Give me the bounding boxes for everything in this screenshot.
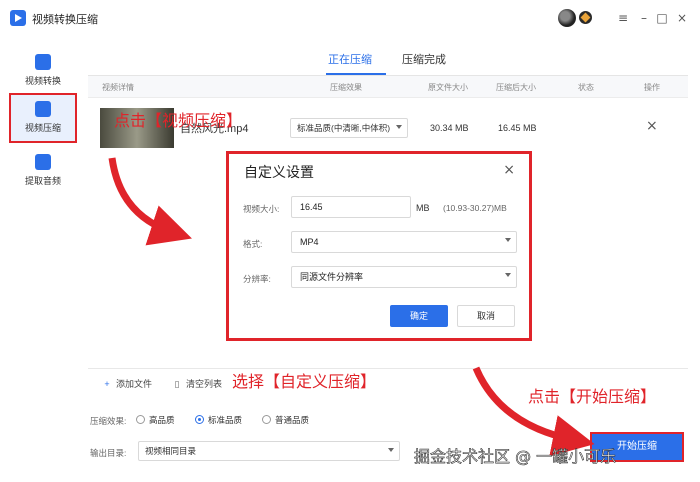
resolution-value: 同源文件分辨率 xyxy=(300,272,364,282)
maximize-button[interactable]: □ xyxy=(654,10,670,26)
video-convert-icon xyxy=(35,54,51,70)
output-dir-label: 输出目录: xyxy=(90,448,127,458)
close-window-button[interactable]: × xyxy=(674,10,690,26)
remove-row-button[interactable]: × xyxy=(646,118,658,134)
column-header: 操作 xyxy=(644,83,660,92)
column-header: 视频详情 xyxy=(102,83,134,92)
active-tab-indicator xyxy=(326,73,386,75)
app-title: 视频转换压缩 xyxy=(32,14,98,26)
sidebar-item-video-compress[interactable]: 视频压缩 xyxy=(9,93,77,143)
compressed-size: 16.45 MB xyxy=(498,123,537,133)
chevron-down-icon xyxy=(396,125,402,129)
size-range: (10.93-30.27)MB xyxy=(443,203,507,213)
annotation-click-start: 点击【开始压缩】 xyxy=(528,387,657,406)
chevron-down-icon xyxy=(505,238,511,242)
compress-effect-label: 压缩效果: xyxy=(90,416,127,426)
annotation-click-compress: 点击【视频压缩】 xyxy=(114,111,243,130)
chevron-down-icon xyxy=(505,273,511,277)
column-header: 压缩后大小 xyxy=(496,83,536,92)
menu-icon[interactable]: ≡ xyxy=(615,10,631,26)
video-size-input[interactable]: 16.45 xyxy=(291,196,411,218)
radio-dot xyxy=(195,415,204,424)
title-bar: 视频转换压缩 ≡ – □ × xyxy=(0,0,700,38)
sidebar-item-label: 视频压缩 xyxy=(24,123,61,133)
minimize-button[interactable]: – xyxy=(636,10,652,26)
app-logo-icon xyxy=(10,10,26,26)
trash-icon: ▯ xyxy=(174,379,180,389)
format-value: MP4 xyxy=(300,237,319,247)
watermark: 掘金技术社区 @ 一罐小可乐 xyxy=(414,447,617,467)
confirm-button[interactable]: 确定 xyxy=(390,305,448,327)
original-size: 30.34 MB xyxy=(430,123,469,133)
tab-completed[interactable]: 压缩完成 xyxy=(402,51,446,67)
output-dir-value: 视频相同目录 xyxy=(145,446,197,456)
radio-label: 普通品质 xyxy=(275,415,310,425)
plus-icon: + xyxy=(104,379,110,389)
vip-badge-icon[interactable] xyxy=(579,11,592,24)
sidebar-item-extract-audio[interactable]: 提取音频 xyxy=(10,148,76,196)
resolution-label: 分辨率: xyxy=(243,274,271,284)
sidebar-item-video-convert[interactable]: 视频转换 xyxy=(10,48,76,96)
sidebar: 视频转换 视频压缩 提取音频 xyxy=(0,38,88,482)
output-dir-select[interactable]: 视频相同目录 xyxy=(138,441,400,461)
tab-compressing[interactable]: 正在压缩 xyxy=(328,51,372,67)
annotation-choose-custom: 选择【自定义压缩】 xyxy=(232,372,377,391)
video-size-label: 视频大小: xyxy=(243,204,280,214)
column-header: 原文件大小 xyxy=(428,83,468,92)
chevron-down-icon xyxy=(388,448,394,452)
sidebar-item-label: 提取音频 xyxy=(24,176,61,186)
custom-settings-dialog: 自定义设置 × 视频大小: 16.45 MB (10.93-30.27)MB 格… xyxy=(226,151,532,341)
clear-list-label: 清空列表 xyxy=(186,379,223,389)
cancel-button[interactable]: 取消 xyxy=(457,305,515,327)
extract-audio-icon xyxy=(35,154,51,170)
dialog-title: 自定义设置 xyxy=(244,164,314,180)
arrow-to-dialog xyxy=(108,157,192,246)
compress-effect-select[interactable]: 标准品质(中清晰,中体积) xyxy=(290,118,408,138)
clear-list-button[interactable]: ▯ 清空列表 xyxy=(172,377,223,390)
table-header: 视频详情 压缩效果 原文件大小 压缩后大小 状态 操作 xyxy=(88,76,688,98)
radio-normal-quality[interactable]: 普通品质 xyxy=(262,414,309,426)
column-header: 压缩效果 xyxy=(330,83,362,92)
add-file-button[interactable]: + 添加文件 xyxy=(102,377,152,390)
column-header: 状态 xyxy=(578,83,594,92)
add-file-label: 添加文件 xyxy=(116,379,153,389)
size-unit: MB xyxy=(416,203,430,213)
resolution-select[interactable]: 同源文件分辨率 xyxy=(291,266,517,288)
radio-label: 标准品质 xyxy=(208,415,243,425)
video-compress-icon xyxy=(35,101,51,117)
format-select[interactable]: MP4 xyxy=(291,231,517,253)
compress-effect-value: 标准品质(中清晰,中体积) xyxy=(297,123,391,133)
format-label: 格式: xyxy=(243,239,263,249)
tab-bar: 正在压缩 压缩完成 xyxy=(88,38,688,76)
radio-dot xyxy=(136,415,145,424)
radio-label: 高品质 xyxy=(149,415,175,425)
dialog-close-button[interactable]: × xyxy=(503,162,515,178)
sidebar-item-label: 视频转换 xyxy=(24,76,61,86)
radio-high-quality[interactable]: 高品质 xyxy=(136,414,175,426)
avatar[interactable] xyxy=(558,9,576,27)
radio-dot xyxy=(262,415,271,424)
radio-standard-quality[interactable]: 标准品质 xyxy=(195,414,242,426)
